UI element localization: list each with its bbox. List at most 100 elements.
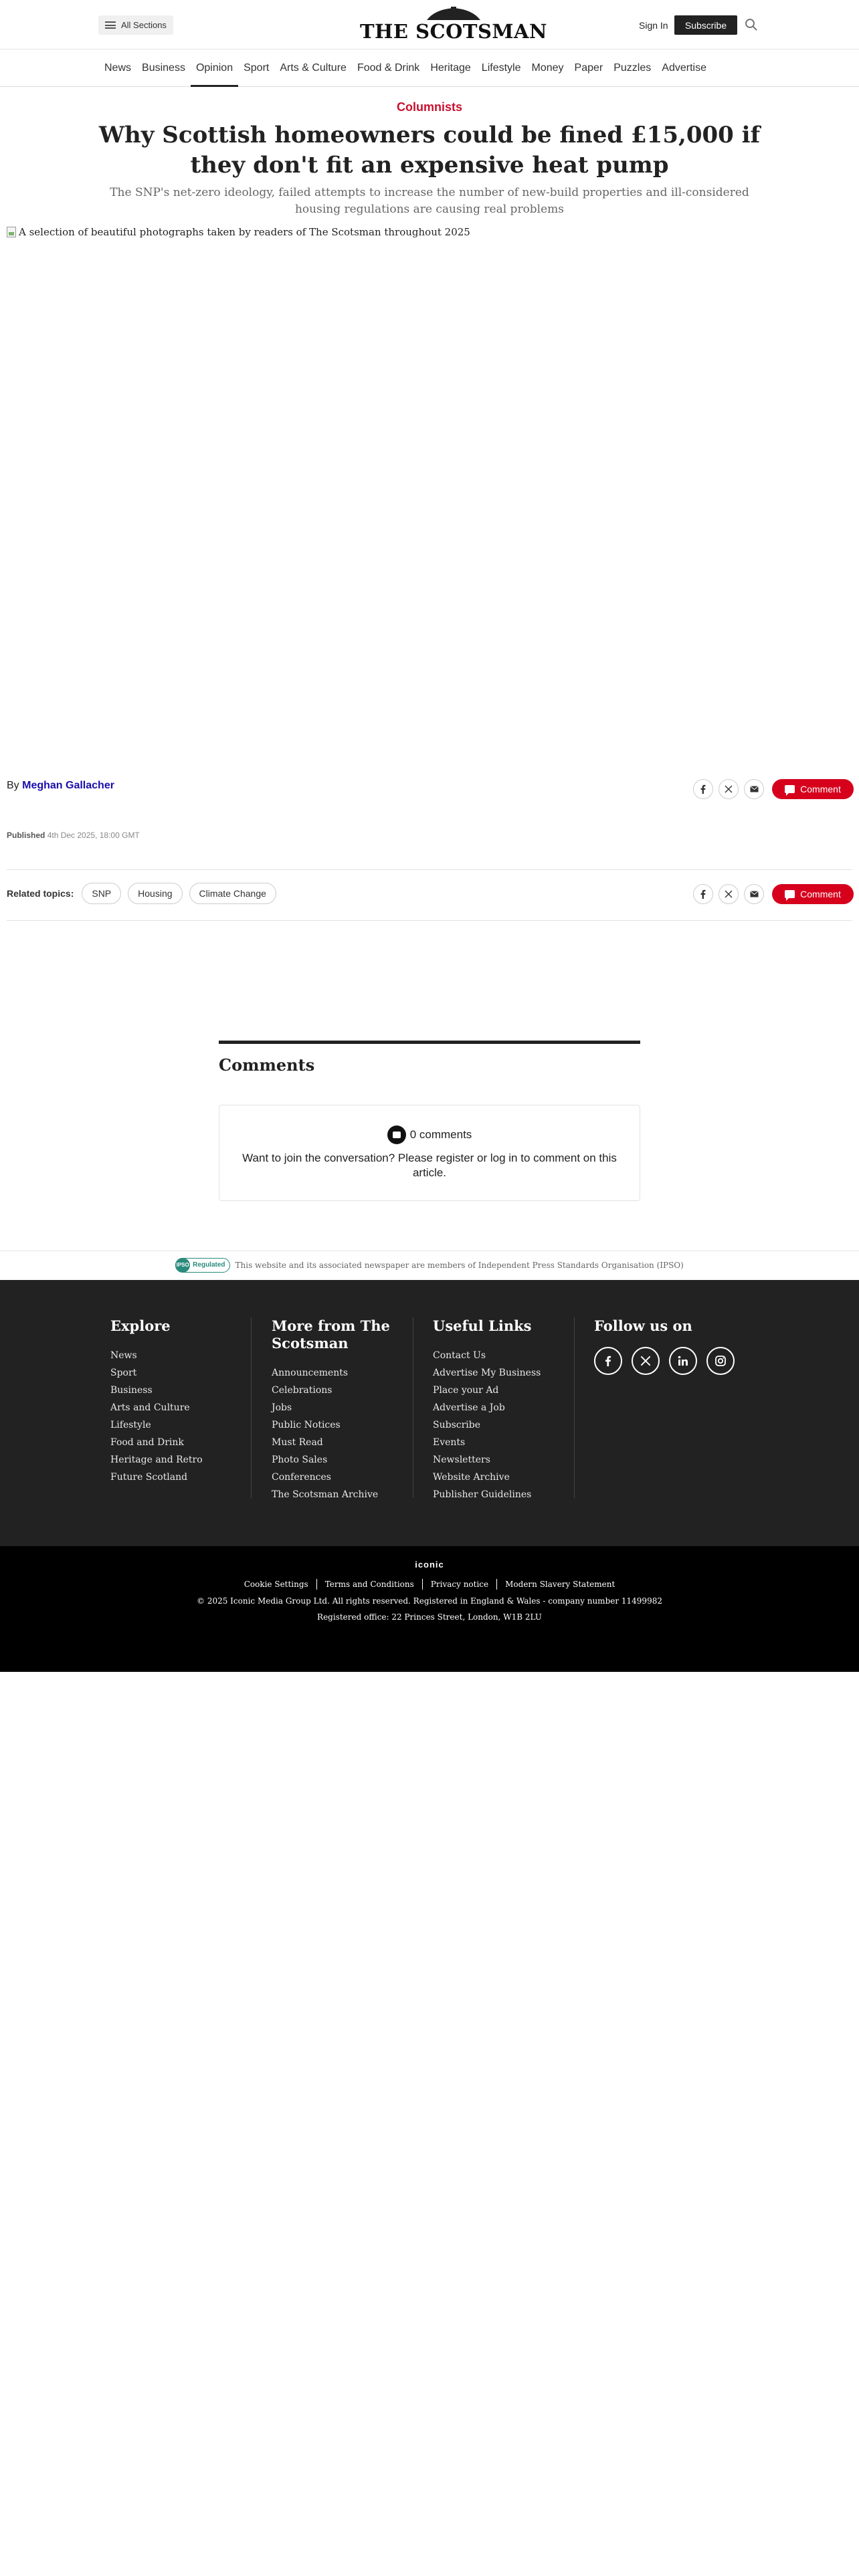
nav-item-advertise[interactable]: Advertise [656, 49, 712, 87]
author-link[interactable]: Meghan Gallacher [22, 780, 114, 791]
footer-link-website-archive[interactable]: Website Archive [433, 1469, 567, 1486]
share-facebook-button[interactable] [693, 884, 713, 904]
comment-bubble-icon [785, 785, 795, 796]
comments-title: Comments [219, 1055, 315, 1075]
site-logo[interactable]: THE SCOTSMAN [353, 7, 554, 43]
footer-follow-title: Follow us on [594, 1317, 692, 1334]
main-nav: News Business Opinion Sport Arts & Culture Fo… [0, 49, 859, 87]
hero-image: A selection of beautiful photographs tak… [7, 226, 852, 761]
footer-link-public-notices[interactable]: Public Notices [272, 1416, 405, 1434]
sign-in-link[interactable]: Sign In [632, 15, 675, 35]
nav-item-arts-and-culture[interactable]: Arts & Culture [274, 49, 352, 87]
nav-item-sport[interactable]: Sport [238, 49, 274, 87]
footer-link-lifestyle[interactable]: Lifestyle [110, 1416, 237, 1434]
comment-prompt[interactable]: Want to join the conversation? Please re… [235, 1151, 624, 1180]
comment-button-top[interactable]: Comment [772, 779, 854, 799]
article-standfirst: The SNP's net-zero ideology, failed atte… [110, 186, 749, 216]
search-button[interactable] [744, 17, 759, 32]
nav-item-money[interactable]: Money [527, 49, 569, 87]
footer-link-advertise-my-business[interactable]: Advertise My Business [433, 1364, 567, 1382]
footer-link-the-scotsman-archive[interactable]: The Scotsman Archive [272, 1486, 405, 1503]
footer-link-subscribe[interactable]: Subscribe [433, 1416, 567, 1434]
footer-explore: Explore News Sport Business Arts and Cultur… [110, 1317, 237, 1486]
instagram-link[interactable] [706, 1347, 735, 1375]
footer-link-conferences[interactable]: Conferences [272, 1469, 405, 1486]
footer-link-news[interactable]: News [110, 1347, 237, 1364]
comment-icon [387, 1125, 406, 1144]
nav-item-paper[interactable]: Paper [569, 49, 609, 87]
comment-button-bottom[interactable]: Comment [772, 884, 854, 904]
logo-wordmark: THE SCOTSMAN [359, 20, 548, 43]
nav-item-news[interactable]: News [99, 49, 136, 87]
all-sections-button[interactable]: All Sections [98, 15, 173, 35]
footer-more-title: More from The Scotsman [272, 1317, 390, 1352]
email-icon [749, 786, 759, 792]
legal-link-cookie-settings[interactable]: Cookie Settings [236, 1579, 317, 1590]
site-footer: Explore News Sport Business Arts and Cultur… [0, 1280, 859, 1546]
share-x-button[interactable] [719, 779, 739, 799]
footer-link-advertise-a-job[interactable]: Advertise a Job [433, 1399, 567, 1416]
footer-link-must-read[interactable]: Must Read [272, 1434, 405, 1451]
footer-link-announcements[interactable]: Announcements [272, 1364, 405, 1382]
footer-link-sport[interactable]: Sport [110, 1364, 237, 1382]
legal-link-modern-slavery-statement[interactable]: Modern Slavery Statement [497, 1579, 623, 1590]
legal-link-terms-and-conditions[interactable]: Terms and Conditions [317, 1579, 423, 1590]
footer-link-arts-and-culture[interactable]: Arts and Culture [110, 1399, 237, 1416]
footer-link-photo-sales[interactable]: Photo Sales [272, 1451, 405, 1469]
ipso-badge[interactable]: IPSO Regulated [175, 1257, 230, 1273]
legal-links: Cookie Settings Terms and Conditions Priva… [0, 1579, 859, 1590]
nav-item-opinion[interactable]: Opinion [190, 49, 239, 87]
linkedin-icon [678, 1356, 688, 1366]
footer-more-list: Announcements Celebrations Jobs Public Noti… [272, 1364, 405, 1503]
iconic-brand[interactable]: iconic [0, 1560, 859, 1570]
search-icon [745, 19, 757, 31]
footer-link-events[interactable]: Events [433, 1434, 567, 1451]
topic-chip-housing[interactable]: Housing [128, 883, 183, 904]
social-links [594, 1347, 755, 1375]
footer-link-publisher-guidelines[interactable]: Publisher Guidelines [433, 1486, 567, 1503]
subscribe-button[interactable]: Subscribe [674, 15, 737, 35]
facebook-link[interactable] [594, 1347, 622, 1375]
topic-chip-snp[interactable]: SNP [82, 883, 122, 904]
related-topics: Related topics: SNP Housing Climate Change [7, 883, 276, 904]
related-topics-label: Related topics: [7, 888, 74, 899]
linkedin-link[interactable] [669, 1347, 697, 1375]
footer-useful: Useful Links Contact Us Advertise My Busi… [433, 1317, 567, 1503]
footer-link-celebrations[interactable]: Celebrations [272, 1382, 405, 1399]
footer-link-business[interactable]: Business [110, 1382, 237, 1399]
footer-link-future-scotland[interactable]: Future Scotland [110, 1469, 237, 1486]
x-link[interactable] [632, 1347, 660, 1375]
share-email-button[interactable] [744, 884, 764, 904]
footer-link-place-your-ad[interactable]: Place your Ad [433, 1382, 567, 1399]
facebook-icon [700, 889, 706, 899]
nav-item-lifestyle[interactable]: Lifestyle [476, 49, 527, 87]
byline: By Meghan Gallacher [7, 780, 114, 792]
share-x-button[interactable] [719, 884, 739, 904]
nav-item-puzzles[interactable]: Puzzles [608, 49, 656, 87]
nav-item-food-and-drink[interactable]: Food & Drink [352, 49, 425, 87]
published-label: Published [7, 831, 45, 840]
footer-link-newsletters[interactable]: Newsletters [433, 1451, 567, 1469]
published-date: 4th Dec 2025, 18:00 GMT [47, 831, 140, 840]
facebook-icon [605, 1356, 611, 1367]
divider [7, 869, 852, 870]
comment-button-label: Comment [800, 889, 841, 899]
x-icon [725, 890, 733, 898]
nav-item-business[interactable]: Business [136, 49, 191, 87]
share-email-button[interactable] [744, 779, 764, 799]
x-icon [725, 785, 733, 793]
footer-explore-list: News Sport Business Arts and Culture Lifesty… [110, 1347, 237, 1486]
footer-link-contact-us[interactable]: Contact Us [433, 1347, 567, 1364]
section-kicker[interactable]: Columnists [0, 100, 859, 114]
comments-rule [219, 1041, 640, 1044]
share-facebook-button[interactable] [693, 779, 713, 799]
published-info: Published 4th Dec 2025, 18:00 GMT [7, 831, 140, 840]
nav-item-heritage[interactable]: Heritage [425, 49, 476, 87]
site-header: All Sections THE SCOTSMAN Sign In Subscr… [0, 0, 859, 49]
footer-link-jobs[interactable]: Jobs [272, 1399, 405, 1416]
instagram-icon [715, 1356, 726, 1366]
legal-link-privacy-notice[interactable]: Privacy notice [423, 1579, 498, 1590]
footer-link-food-and-drink[interactable]: Food and Drink [110, 1434, 237, 1451]
topic-chip-climate-change[interactable]: Climate Change [189, 883, 276, 904]
footer-link-heritage-and-retro[interactable]: Heritage and Retro [110, 1451, 237, 1469]
